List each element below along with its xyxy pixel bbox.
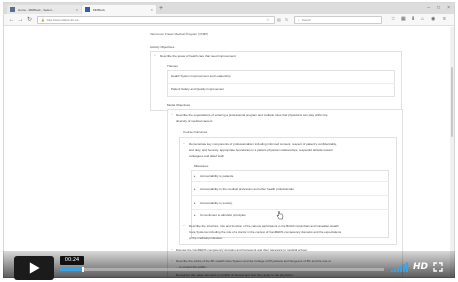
milestone: Accountability to the medical profession… — [200, 187, 295, 191]
course-outcomes-heading: Course Outcomes — [183, 130, 208, 134]
course-outcome: Demonstrate key components of profession… — [189, 142, 337, 146]
tab-home[interactable]: Home - MDBlock - Select... × — [7, 5, 81, 14]
back-arrow-icon[interactable]: ← — [7, 17, 16, 23]
collapse-toggle-icon[interactable]: – — [183, 223, 185, 227]
close-window-icon[interactable]: × — [447, 4, 450, 13]
course-outcome-cont: of the medical profession. — [189, 236, 224, 240]
progress-fill — [60, 268, 83, 271]
collapse-toggle-icon[interactable]: – — [154, 53, 156, 57]
progress-handle[interactable] — [81, 267, 84, 272]
site-favicon-icon — [85, 7, 90, 12]
reading-list-icon[interactable]: ▦ — [401, 16, 406, 22]
model-objective: Describe the expectations of entering a … — [176, 113, 328, 117]
window-controls: – □ × — [427, 4, 450, 13]
course-outcome-cont: Care Systems including the role of a doc… — [189, 230, 342, 234]
expand-toggle-icon[interactable]: ▸ — [194, 213, 196, 217]
theme-item: Patient Safety and Quality Improvement — [171, 87, 225, 91]
home-icon[interactable]: ⌂ — [421, 16, 424, 22]
play-button[interactable] — [14, 256, 54, 280]
page-content: Vancouver Fraser Medical Program (VFMP) … — [4, 27, 454, 277]
milestone-divider — [191, 195, 389, 196]
forward-arrow-icon[interactable]: → — [16, 17, 25, 23]
collapse-toggle-icon[interactable]: – — [171, 112, 173, 116]
scrollbar-thumb[interactable] — [451, 67, 453, 137]
tab-label: MDBlock — [93, 7, 106, 12]
activity-objectives-heading: Activity Objectives — [150, 45, 175, 49]
milestone: Accountability to society. — [200, 201, 233, 205]
course-outcome-cont: colleagues and allied staff. — [189, 154, 225, 158]
maximize-icon[interactable]: □ — [437, 4, 440, 13]
activity-objective: Describe the areas of health care that n… — [160, 54, 236, 58]
minimize-icon[interactable]: – — [427, 4, 430, 13]
hd-badge[interactable]: HD — [413, 261, 428, 273]
theme-divider — [167, 83, 395, 84]
expand-toggle-icon[interactable]: ▸ — [194, 201, 196, 205]
browser-window: Home - MDBlock - Select... × MDBlock × +… — [3, 2, 455, 278]
search-bar[interactable]: ⌕ Search — [294, 16, 382, 24]
model-objectives-heading: Model Objectives — [167, 103, 191, 107]
lock-icon: 🔒 — [41, 18, 45, 22]
theme-item: Health System Improvement and Leadership — [171, 74, 231, 78]
milestone: Commitment to altruistic principles. — [200, 213, 247, 217]
progress-bar[interactable] — [60, 267, 384, 272]
page-scrollbar[interactable] — [450, 27, 454, 277]
tab-close-icon[interactable]: × — [76, 7, 78, 12]
milestones-heading: Milestones — [194, 164, 209, 168]
tab-bar: Home - MDBlock - Select... × MDBlock × +… — [4, 3, 454, 14]
course-outcome: Describe the structure, role and functio… — [189, 224, 339, 228]
volume-icon[interactable] — [391, 262, 409, 272]
expand-toggle-icon[interactable]: ▸ — [194, 174, 196, 178]
milestone-divider — [191, 209, 389, 210]
pocket-icon[interactable]: ◉ — [431, 16, 435, 22]
milestone-divider — [191, 181, 389, 182]
url-text: https://www.mdblock.ubc.ca/... — [46, 18, 81, 22]
reader-view-icon[interactable]: ▤ — [277, 17, 281, 22]
address-bar[interactable]: 🔒 https://www.mdblock.ubc.ca/... — [37, 16, 275, 24]
program-name: Vancouver Fraser Medical Program (VFMP) — [150, 32, 209, 36]
bookmark-icon[interactable]: ☆ — [391, 16, 395, 22]
play-icon — [29, 262, 40, 274]
reload-icon[interactable]: ↻ — [25, 16, 34, 23]
tab-mdblock[interactable]: MDBlock × — [82, 5, 156, 14]
search-icon: ⌕ — [298, 18, 300, 22]
collapse-toggle-icon[interactable]: – — [183, 141, 185, 145]
search-placeholder: Search — [301, 18, 312, 22]
milestone: Accountability to patients. — [200, 174, 235, 178]
menu-icon[interactable]: ≡ — [443, 16, 446, 22]
course-outcome-cont: and duty, and honesty, appropriate bound… — [189, 148, 333, 152]
tab-label: Home - MDBlock - Select... — [18, 7, 55, 12]
themes-heading: Themes — [167, 64, 178, 68]
tab-close-icon[interactable]: × — [151, 7, 153, 12]
navigation-bar: ← → ↻ 🔒 https://www.mdblock.ubc.ca/... ☆… — [4, 14, 454, 26]
download-icon[interactable]: ⬇ — [411, 16, 415, 22]
new-tab-button[interactable]: + — [159, 4, 163, 13]
bookmark-star-icon[interactable]: ☆ — [266, 17, 270, 22]
mouse-cursor-icon — [276, 211, 284, 220]
site-favicon-icon — [10, 7, 15, 12]
refresh-icon[interactable]: ↻ — [285, 17, 288, 22]
model-objective-cont: diversity of medical careers — [176, 119, 213, 123]
time-display: 00:24 — [60, 256, 84, 265]
expand-toggle-icon[interactable]: ▸ — [194, 187, 196, 191]
fullscreen-icon[interactable] — [433, 262, 443, 272]
